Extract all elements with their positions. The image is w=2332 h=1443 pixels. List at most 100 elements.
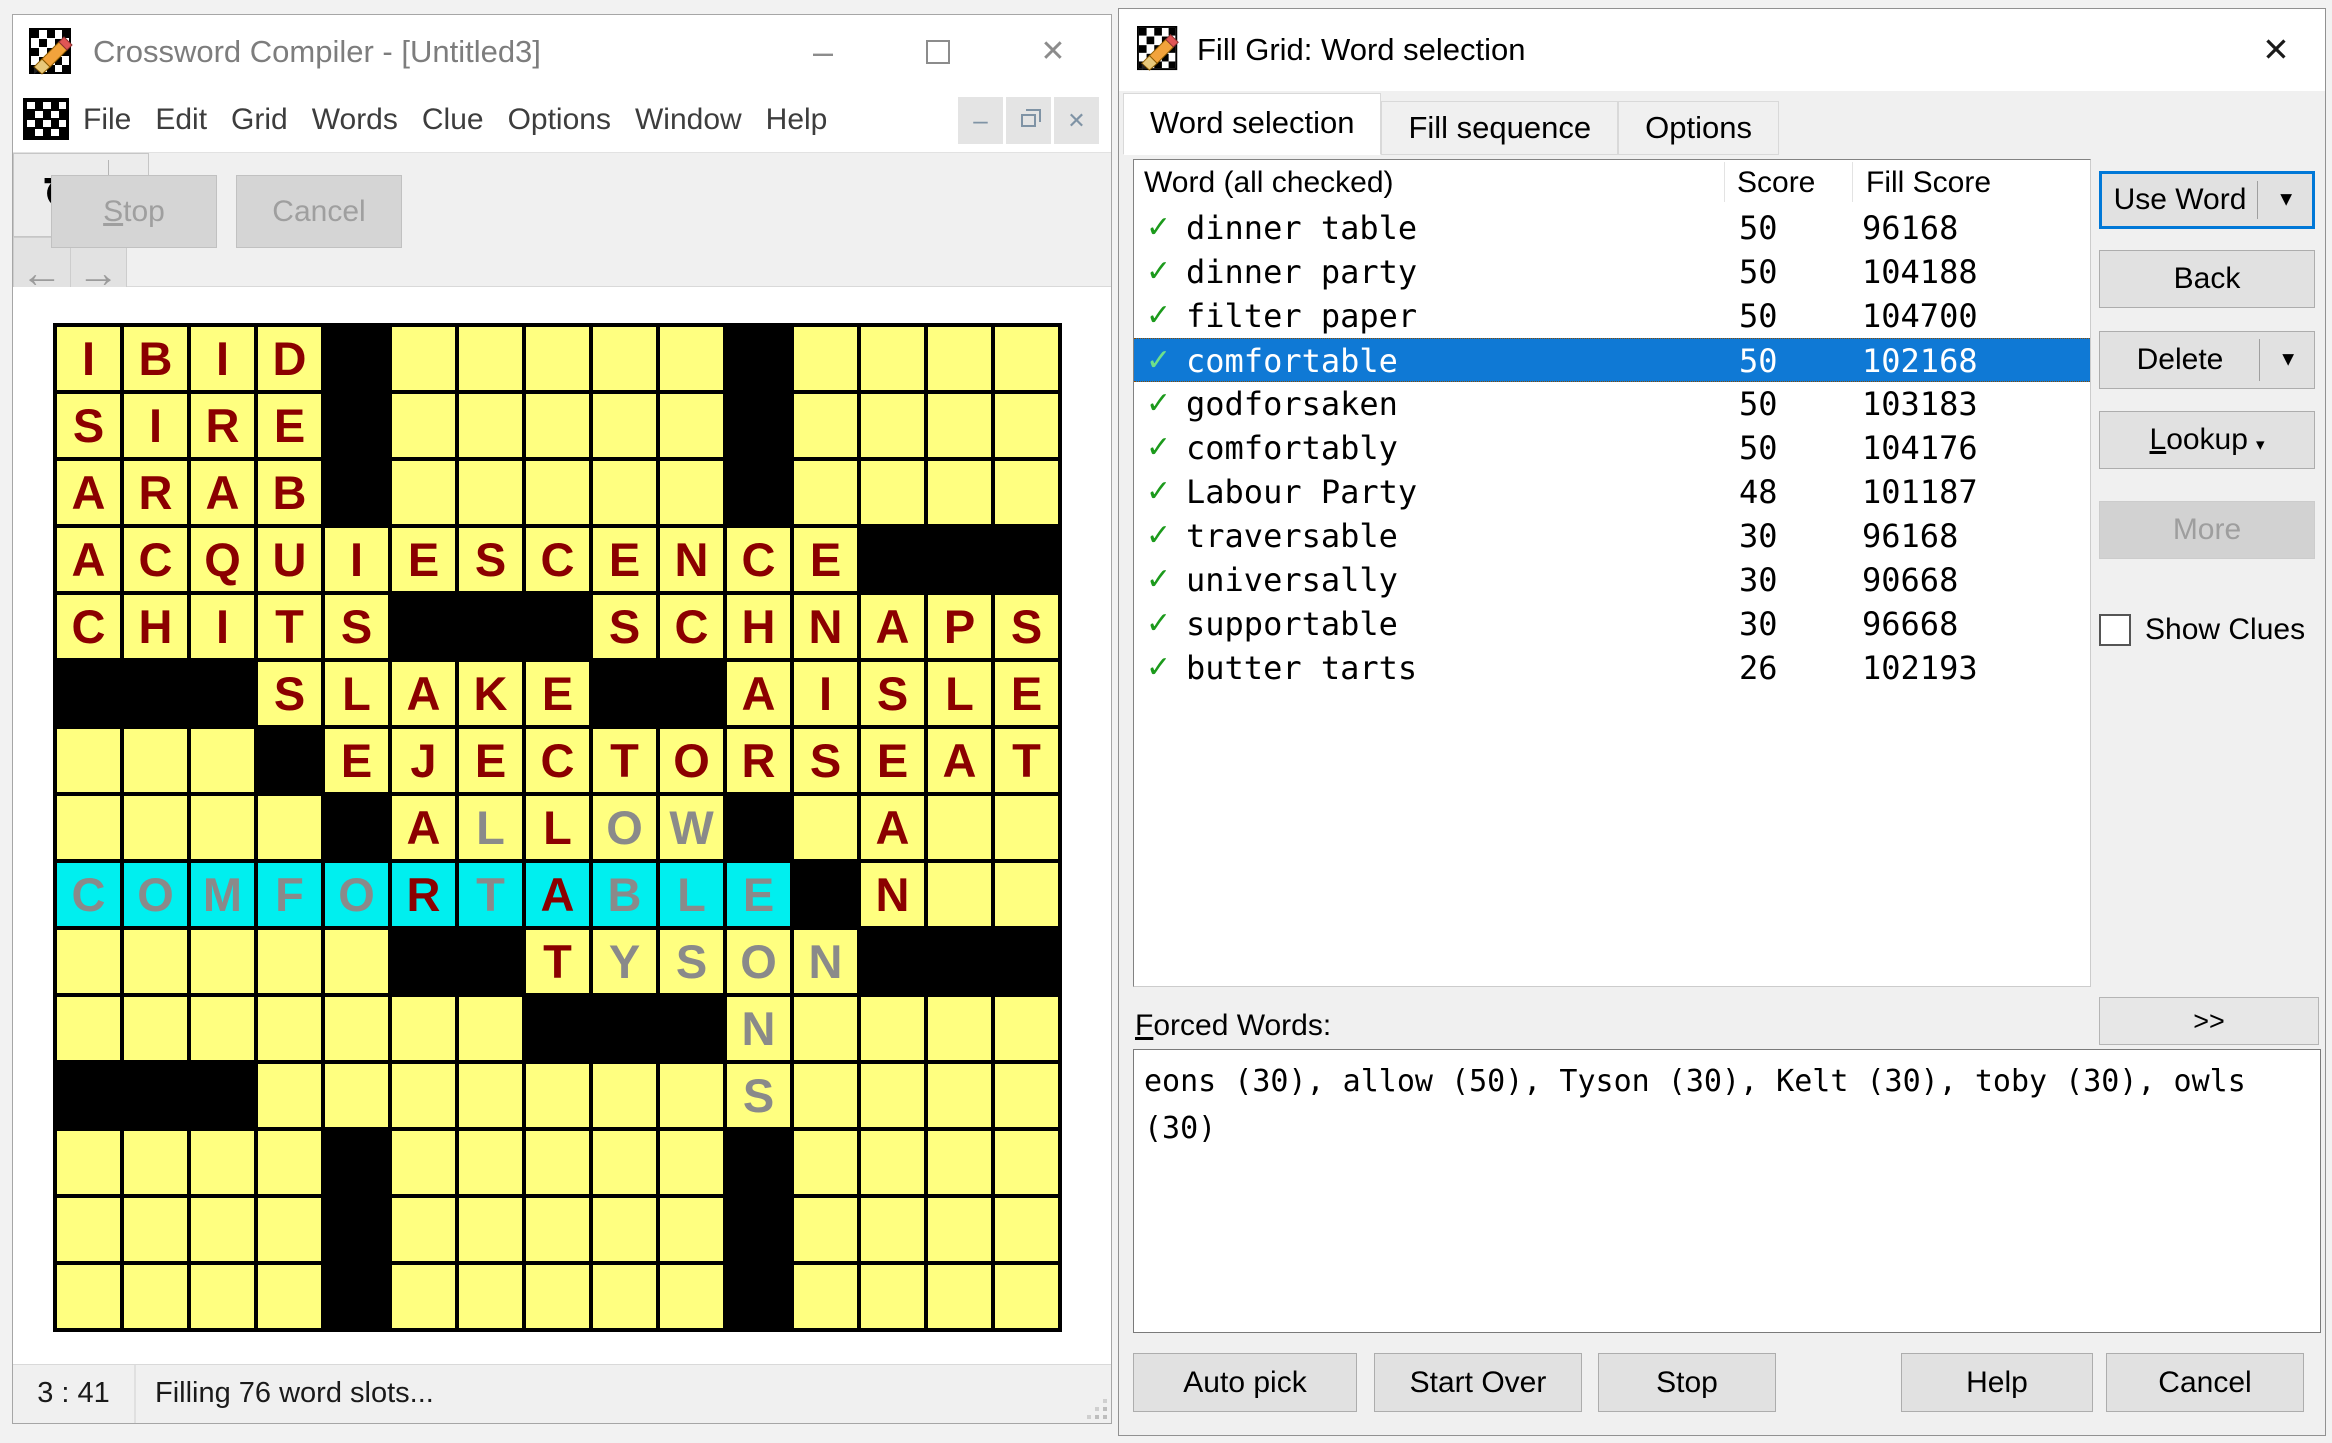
grid-cell[interactable] — [325, 930, 388, 993]
grid-cell[interactable] — [526, 1265, 589, 1328]
grid-cell[interactable] — [794, 1131, 857, 1194]
grid-cell[interactable] — [258, 930, 321, 993]
grid-cell[interactable] — [124, 729, 187, 792]
grid-cell[interactable] — [124, 1198, 187, 1261]
grid-cell[interactable] — [928, 796, 991, 859]
grid-cell[interactable]: E — [593, 528, 656, 591]
grid-block[interactable] — [593, 662, 656, 725]
cancel-button[interactable]: Cancel — [236, 175, 402, 248]
grid-cell[interactable]: L — [526, 796, 589, 859]
grid-cell[interactable]: N — [660, 528, 723, 591]
grid-cell[interactable] — [995, 394, 1058, 457]
grid-cell[interactable] — [861, 1265, 924, 1328]
grid-cell[interactable] — [995, 1131, 1058, 1194]
grid-cell[interactable]: N — [794, 930, 857, 993]
menu-help[interactable]: Help — [754, 92, 840, 148]
grid-cell[interactable]: S — [727, 1064, 790, 1127]
grid-block[interactable] — [325, 1265, 388, 1328]
grid-cell[interactable]: S — [660, 930, 723, 993]
grid-cell[interactable] — [57, 796, 120, 859]
word-list-row[interactable]: ✓godforsaken50103183 — [1134, 382, 2090, 426]
lookup-button[interactable]: Lookup ▾ — [2099, 411, 2315, 469]
grid-cell[interactable] — [794, 1064, 857, 1127]
grid-cell[interactable]: I — [124, 394, 187, 457]
word-list-row[interactable]: ✓butter tarts26102193 — [1134, 646, 2090, 690]
grid-cell[interactable]: E — [794, 528, 857, 591]
grid-cell[interactable] — [459, 1265, 522, 1328]
grid-cell[interactable] — [995, 1265, 1058, 1328]
grid-cell[interactable] — [57, 729, 120, 792]
grid-cell[interactable]: O — [124, 863, 187, 926]
grid-cell[interactable]: H — [727, 595, 790, 658]
menu-file[interactable]: File — [71, 92, 143, 148]
grid-cell[interactable] — [794, 461, 857, 524]
grid-block[interactable] — [325, 327, 388, 390]
grid-cell[interactable] — [861, 1131, 924, 1194]
grid-cell[interactable]: S — [459, 528, 522, 591]
dialog-close-button[interactable]: ✕ — [2241, 9, 2311, 91]
grid-cell[interactable] — [995, 863, 1058, 926]
tab-options[interactable]: Options — [1618, 101, 1779, 155]
grid-cell[interactable] — [928, 863, 991, 926]
grid-cell[interactable] — [459, 327, 522, 390]
grid-cell[interactable]: A — [526, 863, 589, 926]
grid-cell[interactable] — [459, 1131, 522, 1194]
grid-cell[interactable]: O — [660, 729, 723, 792]
grid-cell[interactable] — [258, 1131, 321, 1194]
grid-block[interactable] — [325, 461, 388, 524]
grid-cell[interactable] — [995, 1064, 1058, 1127]
grid-cell[interactable] — [794, 394, 857, 457]
grid-block[interactable] — [995, 528, 1058, 591]
grid-cell[interactable] — [191, 729, 254, 792]
menu-options[interactable]: Options — [496, 92, 623, 148]
grid-cell[interactable]: T — [995, 729, 1058, 792]
grid-cell[interactable] — [593, 1198, 656, 1261]
minimize-button[interactable]: – — [791, 15, 855, 89]
grid-cell[interactable] — [995, 1198, 1058, 1261]
grid-cell[interactable] — [660, 461, 723, 524]
grid-cell[interactable] — [995, 997, 1058, 1060]
delete-dropdown-icon[interactable]: ▼ — [2278, 349, 2298, 372]
grid-block[interactable] — [258, 729, 321, 792]
grid-cell[interactable] — [928, 1131, 991, 1194]
grid-cell[interactable] — [861, 997, 924, 1060]
word-list-row[interactable]: ✓comfortably50104176 — [1134, 426, 2090, 470]
grid-cell[interactable]: E — [459, 729, 522, 792]
grid-cell[interactable]: R — [191, 394, 254, 457]
grid-cell[interactable]: U — [258, 528, 321, 591]
grid-cell[interactable] — [995, 327, 1058, 390]
grid-cell[interactable] — [459, 1064, 522, 1127]
grid-cell[interactable] — [325, 997, 388, 1060]
grid-cell[interactable] — [526, 1131, 589, 1194]
grid-cell[interactable] — [593, 327, 656, 390]
grid-cell[interactable] — [191, 997, 254, 1060]
grid-cell[interactable] — [258, 1265, 321, 1328]
grid-cell[interactable]: L — [325, 662, 388, 725]
grid-cell[interactable] — [794, 796, 857, 859]
forced-words-input[interactable]: eons (30), allow (50), Tyson (30), Kelt … — [1133, 1049, 2321, 1333]
grid-cell[interactable] — [57, 930, 120, 993]
grid-cell[interactable] — [258, 796, 321, 859]
grid-cell[interactable]: E — [526, 662, 589, 725]
grid-cell[interactable]: S — [794, 729, 857, 792]
grid-cell[interactable]: D — [258, 327, 321, 390]
menu-words[interactable]: Words — [300, 92, 410, 148]
tab-word-selection[interactable]: Word selection — [1123, 93, 1381, 155]
grid-cell[interactable] — [258, 997, 321, 1060]
grid-cell[interactable] — [861, 1064, 924, 1127]
grid-cell[interactable] — [392, 1265, 455, 1328]
use-word-button[interactable]: Use Word ▼ — [2099, 171, 2315, 229]
mdi-restore-button[interactable] — [1006, 97, 1051, 144]
grid-cell[interactable] — [593, 1131, 656, 1194]
grid-cell[interactable]: Q — [191, 528, 254, 591]
grid-cell[interactable]: I — [57, 327, 120, 390]
grid-cell[interactable] — [526, 1064, 589, 1127]
grid-block[interactable] — [191, 1064, 254, 1127]
grid-cell[interactable] — [995, 461, 1058, 524]
grid-block[interactable] — [124, 662, 187, 725]
grid-block[interactable] — [392, 930, 455, 993]
grid-block[interactable] — [325, 796, 388, 859]
grid-cell[interactable]: A — [861, 595, 924, 658]
grid-cell[interactable] — [124, 1265, 187, 1328]
grid-cell[interactable] — [526, 394, 589, 457]
